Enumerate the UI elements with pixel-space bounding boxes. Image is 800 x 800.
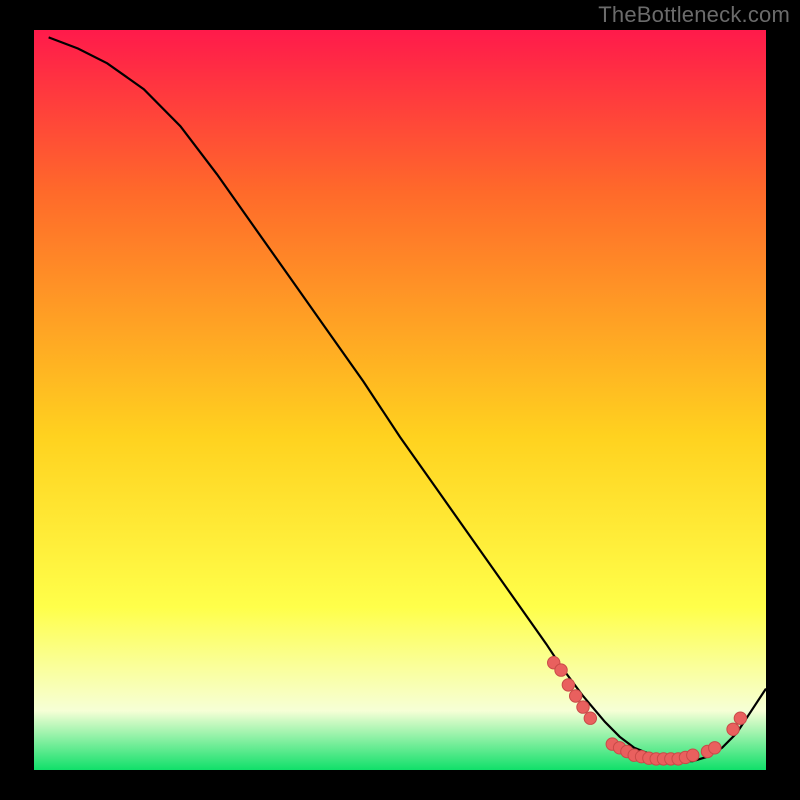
data-marker xyxy=(687,749,699,761)
data-marker xyxy=(569,690,581,702)
data-marker xyxy=(562,679,574,691)
data-marker xyxy=(734,712,746,724)
watermark-text: TheBottleneck.com xyxy=(598,2,790,28)
chart-frame: TheBottleneck.com xyxy=(0,0,800,800)
gradient-background xyxy=(34,30,766,770)
data-marker xyxy=(555,664,567,676)
data-marker xyxy=(584,712,596,724)
plot-area xyxy=(34,30,766,770)
chart-svg xyxy=(34,30,766,770)
data-marker xyxy=(709,742,721,754)
data-marker xyxy=(727,723,739,735)
data-marker xyxy=(577,701,589,713)
